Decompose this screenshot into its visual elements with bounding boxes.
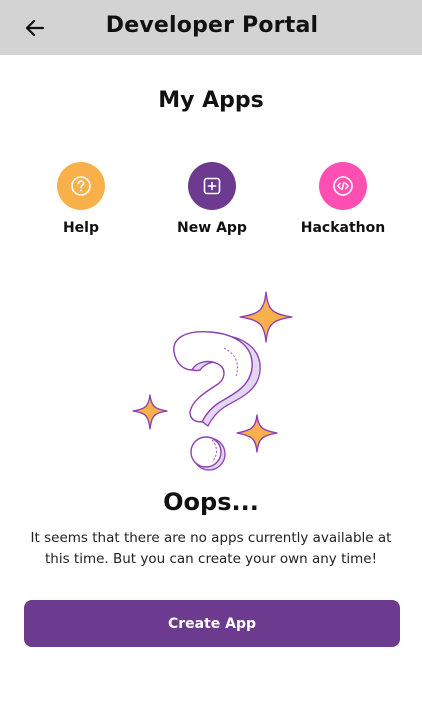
right-sparkle-icon — [236, 414, 278, 453]
help-label: Help — [62, 220, 100, 236]
page-title: My Apps — [158, 88, 264, 113]
empty-state-message: It seems that there are no apps currentl… — [30, 530, 392, 567]
question-circle-icon — [71, 176, 91, 196]
large-sparkle-icon — [239, 291, 293, 343]
create-app-button[interactable]: Create App — [24, 600, 400, 647]
top-app-bar: Developer Portal — [0, 0, 422, 55]
left-sparkle-icon — [132, 394, 168, 430]
app-bar-title: Developer Portal — [105, 13, 319, 38]
code-circle-icon — [333, 176, 353, 196]
hackathon-button[interactable]: Hackathon — [283, 162, 403, 236]
help-button[interactable]: Help — [21, 162, 141, 236]
new-app-icon-circle — [188, 162, 236, 210]
question-mark-sparkles-illustration — [132, 291, 293, 471]
new-app-label: New App — [177, 220, 247, 236]
empty-state-title: Oops... — [163, 488, 259, 516]
help-icon-circle — [57, 162, 105, 210]
plus-square-icon — [203, 177, 221, 195]
hackathon-icon-circle — [319, 162, 367, 210]
new-app-button[interactable]: New App — [152, 162, 272, 236]
hackathon-label: Hackathon — [300, 220, 386, 236]
